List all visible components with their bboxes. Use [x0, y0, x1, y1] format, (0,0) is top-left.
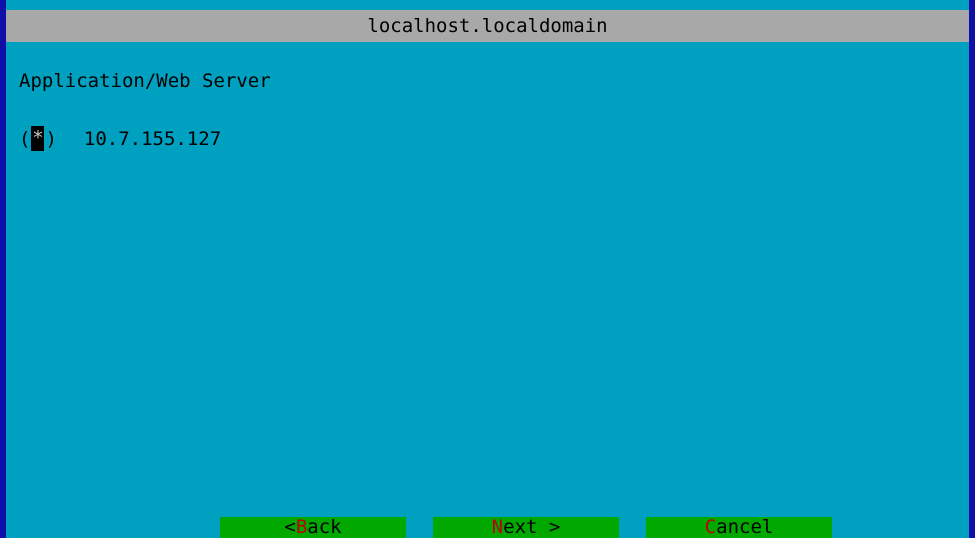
- radio-close-paren: ): [45, 127, 57, 150]
- radio-open-paren: (: [19, 127, 31, 150]
- window-title: localhost.localdomain: [367, 15, 608, 37]
- back-button-label-rest: ack: [307, 517, 342, 538]
- server-ip-label: 10.7.155.127: [83, 127, 222, 150]
- installer-dialog: localhost.localdomain Application/Web Se…: [6, 0, 969, 538]
- back-button[interactable]: < Back: [220, 517, 406, 538]
- button-bar: < Back Next > Cancel: [6, 517, 969, 538]
- section-label: Application/Web Server: [19, 70, 271, 92]
- next-button-label-rest: ext >: [503, 517, 561, 538]
- server-option[interactable]: ( * ) 10.7.155.127: [19, 126, 221, 151]
- cancel-button-hotkey: C: [704, 517, 717, 538]
- back-button-hotkey: B: [295, 517, 308, 538]
- next-button-hotkey: N: [491, 517, 504, 538]
- next-button[interactable]: Next >: [433, 517, 619, 538]
- radio-selected-mark: *: [31, 126, 45, 151]
- radio-button[interactable]: ( * ): [19, 126, 57, 151]
- cancel-button[interactable]: Cancel: [646, 517, 832, 538]
- cancel-button-label-rest: ancel: [716, 517, 774, 538]
- window-titlebar: localhost.localdomain: [6, 10, 969, 42]
- terminal-screen: localhost.localdomain Application/Web Se…: [0, 0, 975, 538]
- back-button-prefix: <: [284, 517, 296, 538]
